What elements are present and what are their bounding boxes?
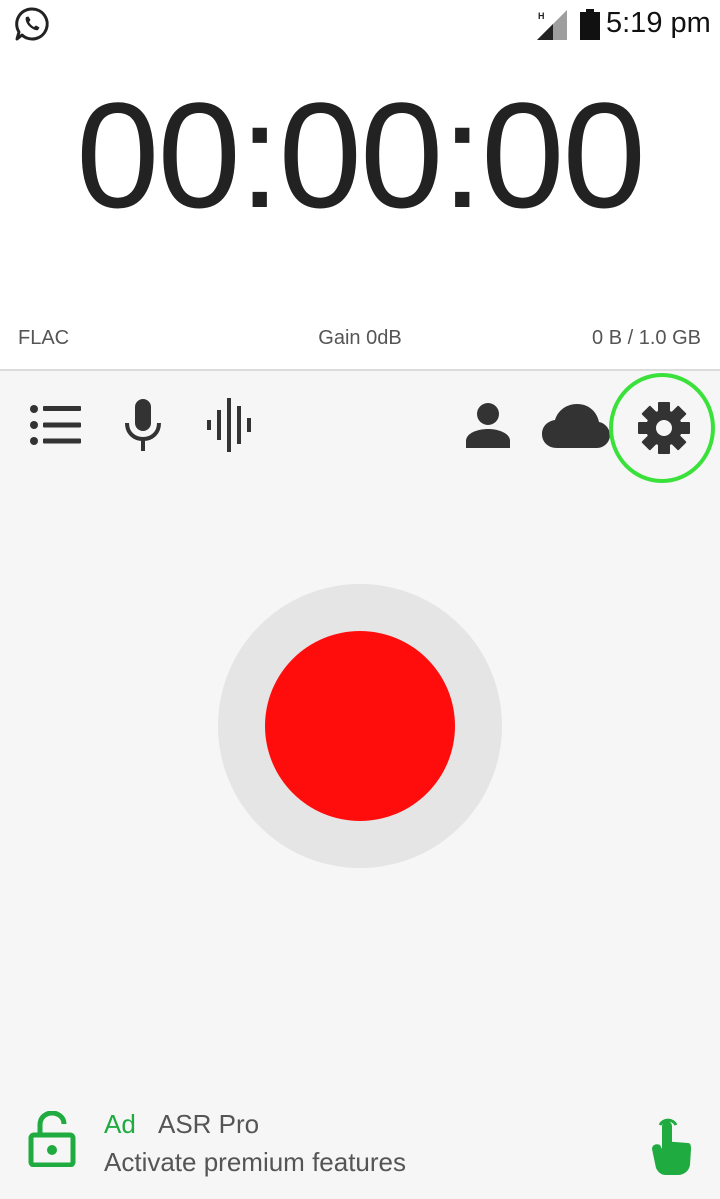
person-icon [466,403,510,448]
ad-title: ASR Pro [158,1109,260,1139]
microphone-button[interactable] [108,390,178,460]
tap-hand-icon [652,1118,691,1175]
settings-highlight-ring [609,373,715,483]
ad-subtitle: Activate premium features [104,1147,407,1177]
recordings-list-button[interactable] [20,390,90,460]
record-button[interactable] [265,631,455,821]
status-bar: H 5:19 pm [0,0,720,50]
microphone-icon [125,399,161,451]
account-button[interactable] [453,390,523,460]
waveform-icon [207,398,251,452]
divider [0,369,720,371]
top-panel: H 5:19 pm 00:00:00 FLAC Gain 0dB 0 B / 1… [0,0,720,370]
whatsapp-icon [15,7,49,41]
list-icon [30,405,81,445]
network-type-label: H [538,11,545,21]
storage-label: 0 B / 1.0 GB [592,327,701,349]
recording-timer: 00:00:00 [76,71,646,239]
status-time: 5:19 pm [606,7,711,39]
signal-icon: H [537,10,567,40]
recording-info-row: FLAC Gain 0dB 0 B / 1.0 GB [0,322,720,358]
waveform-button[interactable] [196,390,266,460]
ad-banner[interactable]: Ad ASR Pro Activate premium features [0,1095,720,1199]
unlock-icon [28,1111,76,1167]
cloud-icon [542,404,610,448]
battery-icon [580,9,600,40]
cloud-button[interactable] [541,390,611,460]
ad-tag: Ad [104,1109,136,1139]
